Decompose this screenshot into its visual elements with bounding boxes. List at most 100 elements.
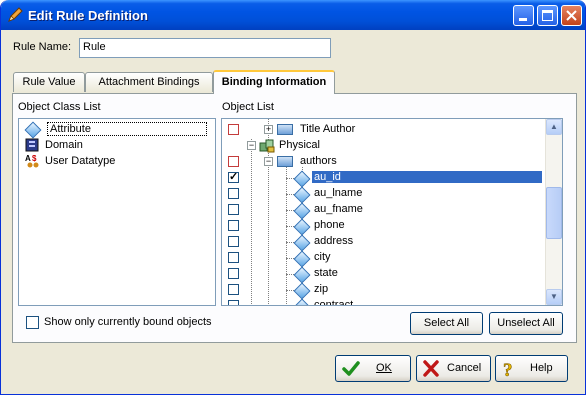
edit-rule-dialog: Edit Rule Definition Rule Name: Rule Rul… (0, 0, 586, 395)
tree-item-label: state (314, 267, 338, 279)
object-class-item-label: Domain (45, 139, 83, 151)
attribute-icon (293, 266, 311, 284)
row-checkbox[interactable] (228, 220, 239, 231)
object-class-item-label: Attribute (47, 122, 207, 136)
tree-item-label: Physical (279, 139, 320, 151)
table-folder-icon (277, 124, 293, 135)
row-checkbox[interactable] (228, 268, 239, 279)
minimize-button[interactable] (513, 5, 534, 26)
tree-row-city[interactable]: city (222, 250, 545, 268)
ok-button[interactable]: OK (335, 355, 411, 382)
tree-row-authors[interactable]: − authors (222, 154, 545, 170)
tree-row-phone[interactable]: phone (222, 218, 545, 236)
attribute-icon (293, 250, 311, 268)
cancel-button[interactable]: Cancel (416, 355, 491, 382)
show-bound-checkbox[interactable] (26, 316, 39, 329)
tab-attachment-bindings-label: Attachment Bindings (98, 76, 200, 88)
tree-item-label: zip (314, 283, 329, 295)
rule-name-value: Rule (83, 41, 106, 53)
expand-icon[interactable]: + (264, 125, 273, 134)
collapse-icon[interactable]: − (264, 157, 273, 166)
unselect-all-button[interactable]: Unselect All (489, 312, 563, 335)
object-list-label: Object List (222, 101, 274, 113)
row-checkbox[interactable] (228, 284, 239, 295)
chevron-up-icon: ▲ (550, 122, 558, 131)
tab-binding-information[interactable]: Binding Information (213, 70, 335, 94)
title-bar[interactable]: Edit Rule Definition (1, 0, 585, 30)
tree-item-label: au_id (312, 171, 542, 183)
help-question-icon: ? (503, 360, 513, 378)
tab-rule-value-label: Rule Value (22, 76, 76, 88)
select-all-button[interactable]: Select All (410, 312, 483, 335)
rule-name-label: Rule Name: (13, 41, 72, 53)
row-checkbox[interactable] (228, 156, 239, 167)
object-class-listbox[interactable]: Attribute Domain A $ User Datatype (18, 118, 216, 306)
tree-row-title-author[interactable]: + Title Author (222, 122, 545, 138)
row-checkbox[interactable] (228, 236, 239, 247)
tree-row-physical[interactable]: − Physical (222, 138, 545, 154)
tab-attachment-bindings[interactable]: Attachment Bindings (85, 72, 213, 92)
tree-row-au-id[interactable]: au_id (222, 170, 545, 188)
close-icon (566, 10, 577, 21)
table-folder-icon (277, 156, 293, 167)
object-list-scrollbar[interactable]: ▲ ▼ (545, 119, 562, 305)
help-button[interactable]: ? Help (495, 355, 568, 382)
row-checkbox[interactable] (228, 124, 239, 135)
svg-text:A: A (25, 154, 31, 163)
attribute-icon (293, 202, 311, 220)
row-checkbox[interactable] (228, 204, 239, 215)
pencil-icon (8, 7, 23, 22)
minimize-icon (519, 18, 527, 21)
window-title: Edit Rule Definition (28, 8, 148, 23)
svg-text:?: ? (503, 360, 513, 378)
tree-item-label: Title Author (300, 123, 356, 135)
tree-row-contract[interactable]: contract (222, 298, 545, 306)
tree-row-address[interactable]: address (222, 234, 545, 252)
tree-row-state[interactable]: state (222, 266, 545, 284)
cancel-label: Cancel (447, 362, 482, 374)
row-checkbox[interactable] (228, 300, 239, 305)
row-checkbox[interactable] (228, 252, 239, 263)
scroll-down-button[interactable]: ▼ (546, 289, 562, 305)
row-checkbox[interactable] (228, 170, 239, 183)
tree-item-label: au_fname (314, 203, 363, 215)
tree-row-au-fname[interactable]: au_fname (222, 202, 545, 220)
tree-item-label: address (314, 235, 354, 247)
attribute-icon (293, 234, 311, 252)
collapse-icon[interactable]: − (247, 141, 256, 150)
tree-item-label: au_lname (314, 187, 363, 199)
attribute-icon (293, 298, 311, 305)
tree-item-label: contract (314, 299, 354, 306)
object-class-item-domain[interactable]: Domain (23, 138, 213, 153)
svg-text:$: $ (32, 154, 37, 163)
tree-item-label: phone (314, 219, 345, 231)
object-class-item-attribute[interactable]: Attribute (23, 121, 213, 139)
checkmark-icon (342, 361, 360, 376)
ok-label: OK (376, 362, 392, 374)
close-button[interactable] (561, 5, 582, 26)
attribute-icon (293, 282, 311, 300)
tree-item-label: city (314, 251, 331, 263)
tree-row-zip[interactable]: zip (222, 282, 545, 300)
select-all-label: Select All (423, 317, 470, 329)
attribute-icon (293, 170, 311, 188)
maximize-icon (542, 10, 553, 21)
physical-model-icon (259, 139, 275, 153)
object-class-item-label: User Datatype (45, 155, 116, 167)
row-checkbox[interactable] (228, 188, 239, 199)
scroll-up-button[interactable]: ▲ (546, 119, 562, 135)
cancel-x-icon (423, 360, 439, 377)
maximize-button[interactable] (537, 5, 558, 26)
object-list-tree[interactable]: + Title Author − Physical − authors au_i… (221, 118, 563, 306)
object-class-item-user-datatype[interactable]: A $ User Datatype (23, 154, 213, 169)
help-label: Help (530, 362, 553, 374)
scroll-thumb[interactable] (546, 187, 562, 239)
tab-rule-value[interactable]: Rule Value (13, 72, 85, 92)
rule-name-input[interactable]: Rule (79, 38, 331, 58)
chevron-down-icon: ▼ (550, 292, 558, 301)
tree-row-au-lname[interactable]: au_lname (222, 186, 545, 204)
domain-icon (25, 138, 39, 152)
attribute-icon (293, 186, 311, 204)
tree-item-label: authors (300, 155, 337, 167)
show-bound-label: Show only currently bound objects (44, 316, 212, 328)
